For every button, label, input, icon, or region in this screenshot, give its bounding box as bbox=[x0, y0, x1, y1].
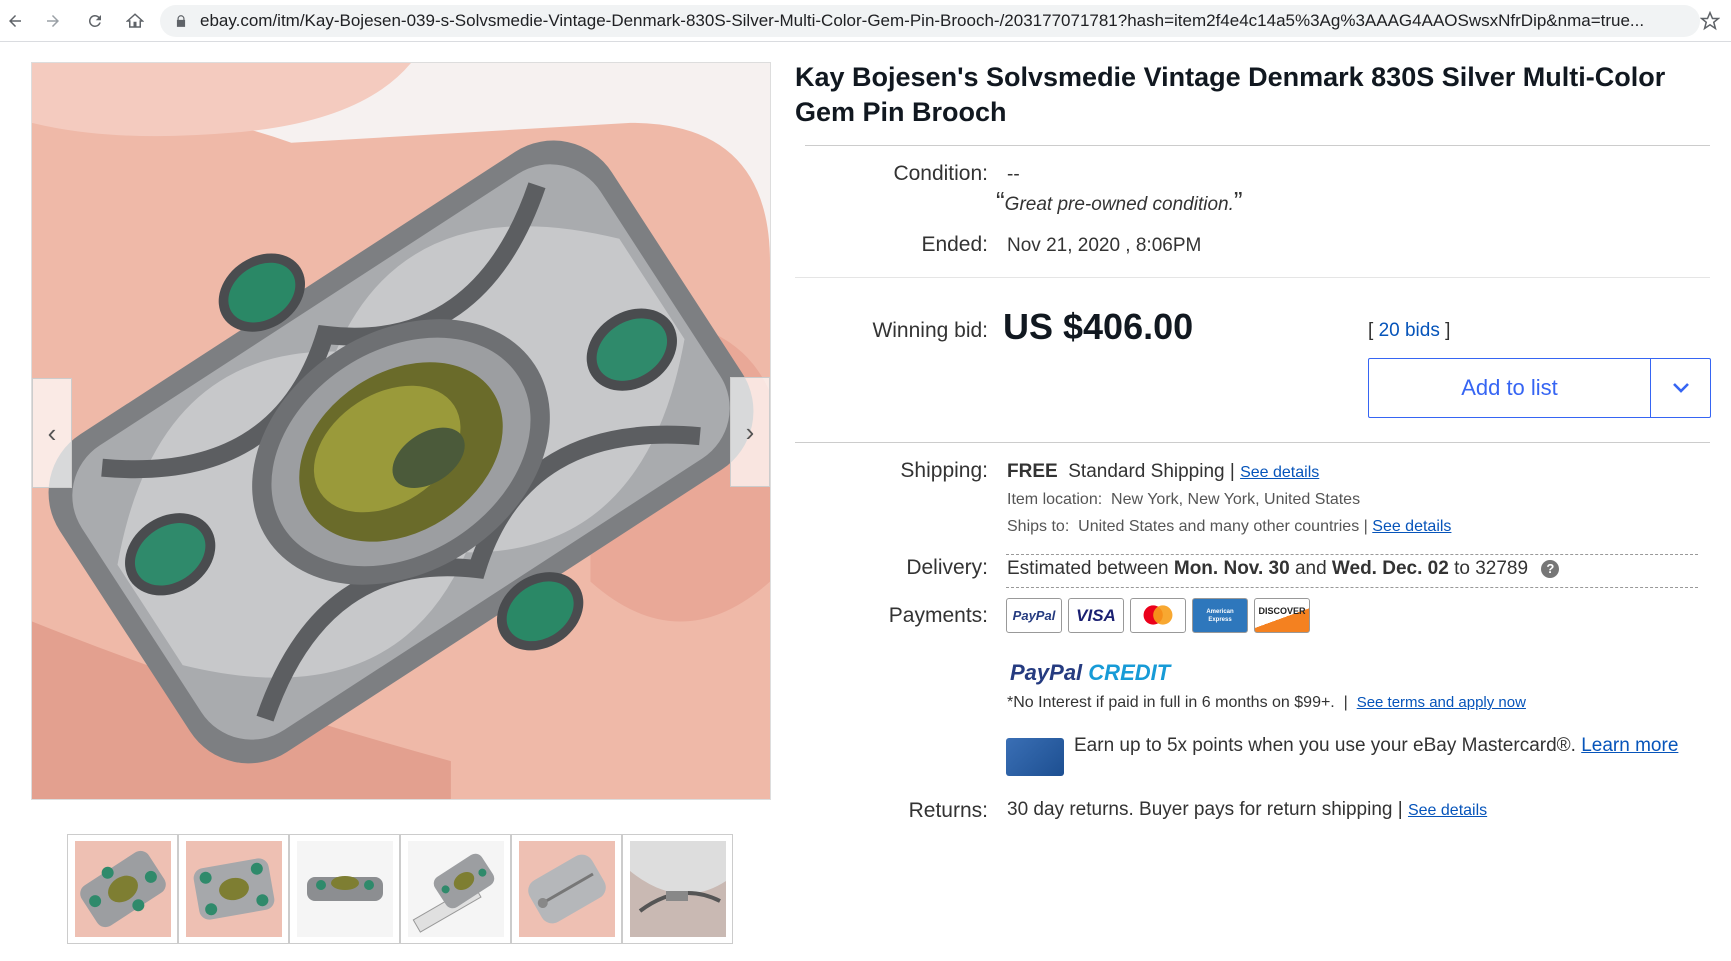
visa-icon: VISA bbox=[1068, 598, 1124, 633]
thumbnail-strip bbox=[67, 834, 733, 944]
help-icon[interactable]: ? bbox=[1541, 559, 1560, 578]
ended-label: Ended: bbox=[921, 233, 988, 256]
shipping-value: FREE Standard Shipping | See details bbox=[1007, 461, 1320, 482]
bids-count: [ 20 bids ] bbox=[1368, 320, 1451, 341]
main-product-image[interactable]: ‹ › bbox=[31, 62, 771, 800]
divider bbox=[1006, 587, 1698, 588]
returns-value: 30 day returns. Buyer pays for return sh… bbox=[1007, 799, 1488, 820]
add-to-list-dropdown[interactable] bbox=[1651, 359, 1710, 417]
mastercard-icon bbox=[1130, 598, 1186, 633]
url-text: ebay.com/itm/Kay-Bojesen-039-s-Solvsmedi… bbox=[200, 11, 1645, 30]
star-icon[interactable] bbox=[1697, 8, 1723, 34]
condition-value: -- bbox=[1007, 164, 1020, 185]
next-image-button[interactable]: › bbox=[730, 377, 770, 487]
payments-label: Payments: bbox=[888, 604, 988, 627]
delivery-label: Delivery: bbox=[906, 556, 988, 579]
address-bar[interactable]: ebay.com/itm/Kay-Bojesen-039-s-Solvsmedi… bbox=[160, 5, 1700, 37]
ebay-mastercard-image bbox=[1006, 738, 1064, 776]
paypal-icon: PayPal bbox=[1006, 598, 1062, 633]
thumbnail-4[interactable] bbox=[400, 834, 511, 944]
chevron-down-icon bbox=[1672, 383, 1689, 393]
no-interest-text: *No Interest if paid in full in 6 months… bbox=[1007, 694, 1526, 711]
item-location: Item location: New York, New York, Unite… bbox=[1007, 491, 1361, 508]
returns-label: Returns: bbox=[908, 799, 988, 822]
divider bbox=[805, 145, 1710, 146]
ships-to: Ships to: United States and many other c… bbox=[1007, 518, 1452, 535]
add-to-list-button[interactable]: Add to list bbox=[1369, 359, 1651, 417]
forward-icon[interactable] bbox=[40, 8, 66, 34]
thumbnail-5[interactable] bbox=[511, 834, 622, 944]
returns-details-link[interactable]: See details bbox=[1408, 802, 1487, 819]
previous-image-button[interactable]: ‹ bbox=[32, 378, 72, 488]
browser-toolbar: ebay.com/itm/Kay-Bojesen-039-s-Solvsmedi… bbox=[0, 0, 1731, 42]
thumbnail-2[interactable] bbox=[178, 834, 289, 944]
listing-title: Kay Bojesen's Solvsmedie Vintage Denmark… bbox=[795, 62, 1666, 127]
shipping-details-link[interactable]: See details bbox=[1240, 464, 1319, 481]
winning-bid-label: Winning bid: bbox=[872, 319, 988, 342]
thumbnail-1[interactable] bbox=[67, 834, 178, 944]
reload-icon[interactable] bbox=[82, 8, 108, 34]
shipping-label: Shipping: bbox=[900, 459, 988, 482]
lock-icon bbox=[176, 15, 186, 27]
winning-bid-price: US $406.00 bbox=[1003, 306, 1194, 347]
brooch-photo bbox=[32, 63, 770, 799]
add-to-list-control: Add to list bbox=[1368, 358, 1711, 418]
divider bbox=[795, 277, 1710, 278]
back-icon[interactable] bbox=[2, 8, 28, 34]
thumbnail-3[interactable] bbox=[289, 834, 400, 944]
discover-icon: DISCOVER bbox=[1254, 598, 1310, 633]
paypal-credit-logo: PayPal CREDIT bbox=[1010, 660, 1171, 685]
condition-note: “Great pre-owned condition.” bbox=[996, 186, 1243, 216]
mastercard-promo: Earn up to 5x points when you use your e… bbox=[1074, 735, 1679, 756]
thumbnail-6[interactable] bbox=[622, 834, 733, 944]
condition-label: Condition: bbox=[893, 162, 988, 185]
divider bbox=[1006, 554, 1698, 555]
paypal-terms-link[interactable]: See terms and apply now bbox=[1357, 694, 1526, 711]
payment-methods: PayPal VISA American Express DISCOVER bbox=[1006, 598, 1316, 633]
ships-to-details-link[interactable]: See details bbox=[1372, 518, 1451, 535]
ended-value: Nov 21, 2020 , 8:06PM bbox=[1007, 235, 1202, 256]
delivery-estimate: Estimated between Mon. Nov. 30 and Wed. … bbox=[1007, 558, 1560, 580]
divider bbox=[795, 442, 1710, 443]
american-express-icon: American Express bbox=[1192, 598, 1248, 633]
home-icon[interactable] bbox=[122, 8, 148, 34]
learn-more-link[interactable]: Learn more bbox=[1581, 735, 1678, 756]
bids-link[interactable]: 20 bids bbox=[1379, 320, 1440, 341]
